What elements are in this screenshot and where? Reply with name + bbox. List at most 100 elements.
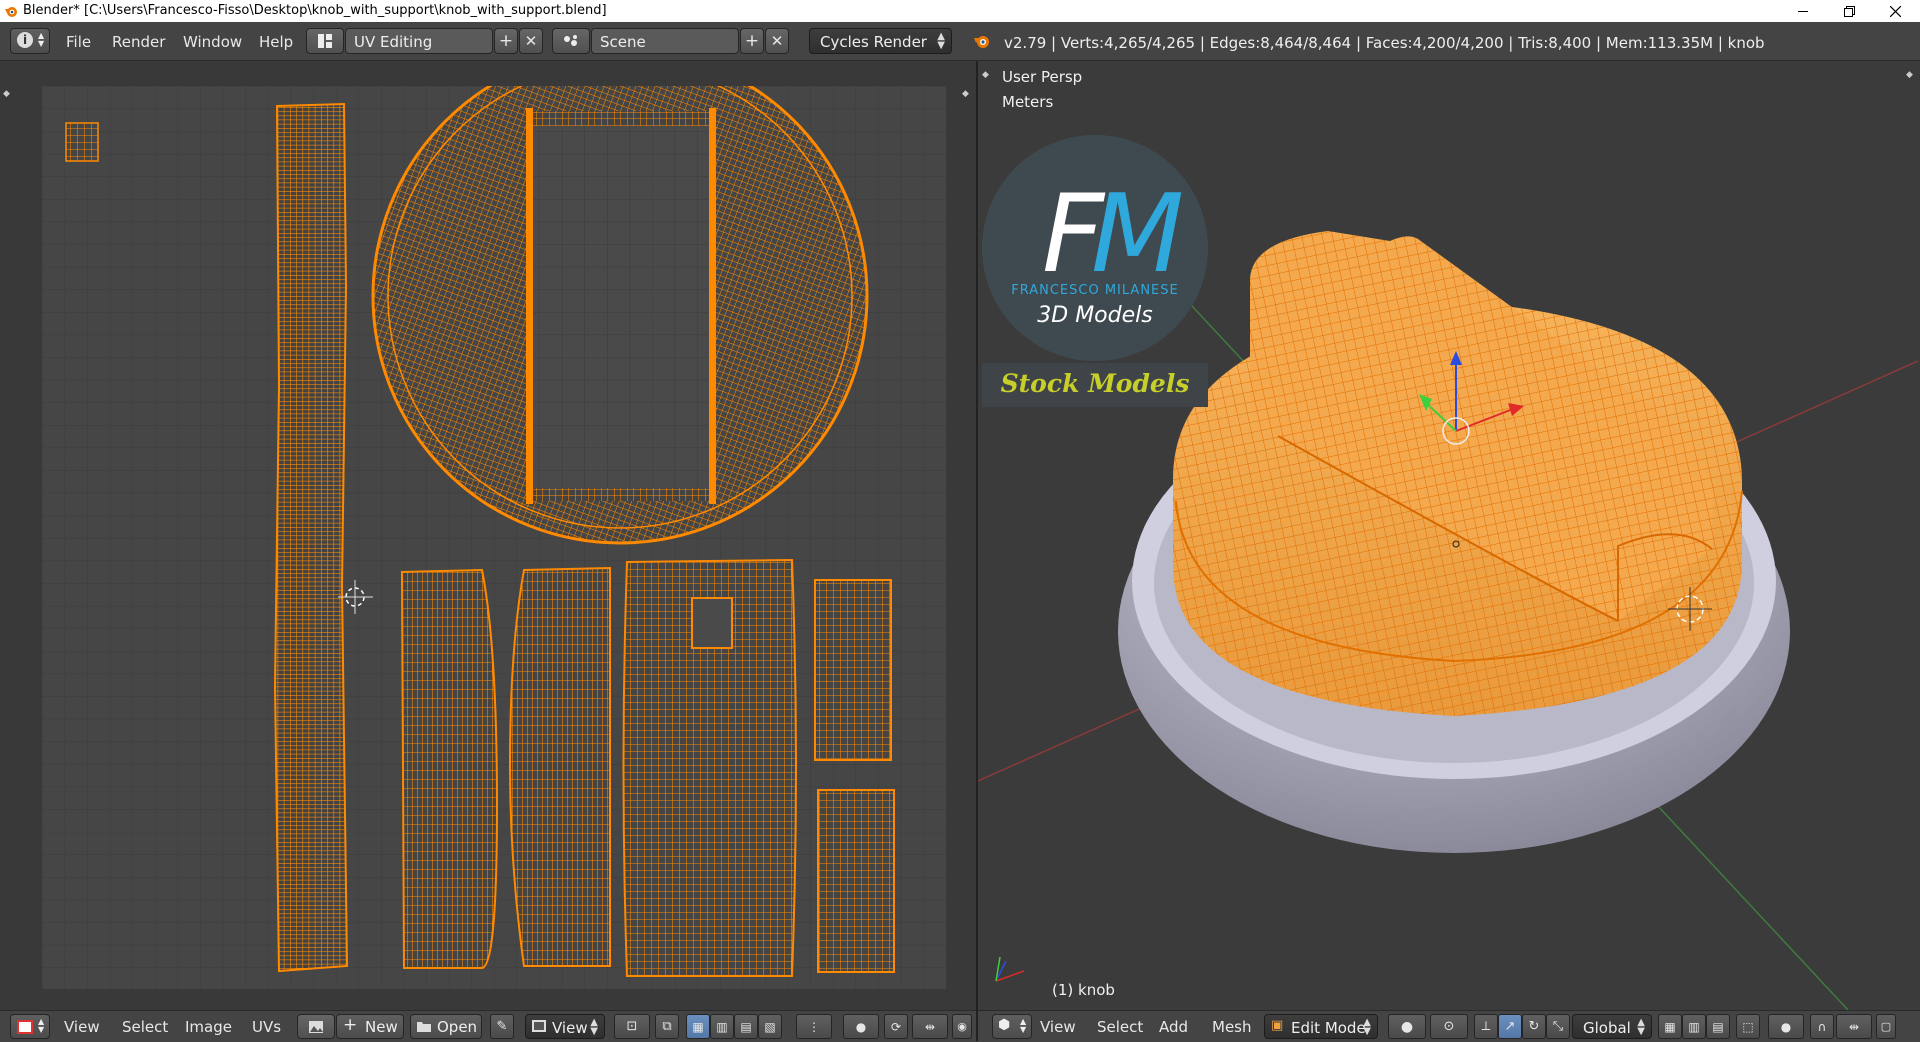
view-axes-icon (995, 956, 1025, 982)
occlude-icon: ⬚ (1742, 1019, 1754, 1034)
select-face-button[interactable]: ▤ (1706, 1014, 1730, 1039)
select-edge-button[interactable]: ▥ (710, 1014, 734, 1039)
edge-select-icon: ▥ (716, 1019, 728, 1034)
scene-name: Scene (600, 33, 646, 51)
screen-layout-field[interactable]: UV Editing (345, 28, 493, 54)
remove-scene-button[interactable]: ✕ (765, 28, 789, 54)
uv-menu-image[interactable]: Image (185, 1018, 232, 1036)
uv-overlay-button[interactable]: ◉ (952, 1014, 972, 1039)
uv-island-side-strip[interactable] (273, 102, 349, 973)
editor-type-button[interactable]: ⬢ ▲ ▼ (992, 1014, 1032, 1039)
sticky-select-button[interactable]: ⧉ (655, 1014, 679, 1039)
image-editor-icon (17, 1020, 33, 1034)
viewport-shading-button[interactable]: ● (1388, 1014, 1426, 1039)
orientation-dropdown[interactable]: Global ▲ ▼ (1572, 1014, 1652, 1039)
pivot-icon: ⊙ (1443, 1019, 1455, 1034)
pin-image-button[interactable]: ✎ (490, 1014, 514, 1039)
view-mode-icon (532, 1020, 546, 1032)
stock-models-banner: Stock Models (982, 363, 1208, 407)
remove-screen-button[interactable]: ✕ (519, 28, 543, 54)
screen-layout-selector[interactable] (306, 28, 344, 54)
region-expand-icon[interactable]: ◆ (962, 89, 969, 99)
uv-sync-button[interactable]: ⟳ (884, 1014, 908, 1039)
add-screen-button[interactable]: + (494, 28, 518, 54)
limit-selection-button[interactable]: ⬚ (1736, 1014, 1760, 1039)
snap-target-button[interactable]: ⋮ (796, 1014, 832, 1039)
chevron-updown-icon: ▲ ▼ (1637, 1017, 1645, 1037)
manipulator-translate-button[interactable]: ↗ (1498, 1014, 1522, 1039)
restore-button[interactable] (1826, 0, 1872, 22)
uv-canvas[interactable] (42, 86, 946, 989)
editor-type-button[interactable]: i ▲ ▼ (10, 28, 50, 54)
select-vertex-button[interactable]: ▦ (686, 1014, 710, 1039)
uv-menu-select[interactable]: Select (122, 1018, 168, 1036)
select-vertex-button[interactable]: ▦ (1658, 1014, 1682, 1039)
snap-icon: ⋮ (808, 1019, 820, 1034)
vertex-select-icon: ▦ (1664, 1019, 1676, 1034)
uv-island-small[interactable] (65, 122, 99, 162)
uv-island-end-cap-1[interactable] (814, 579, 892, 761)
francesco-milanese-logo: F M FRANCESCO MILANESE 3D Models (982, 135, 1208, 361)
uv-island-front-panel-1[interactable] (400, 568, 499, 969)
scene-field[interactable]: Scene (591, 28, 739, 54)
snap-toggle-button[interactable]: ∩ (1810, 1014, 1834, 1039)
uv-menu-uvs[interactable]: UVs (252, 1018, 281, 1036)
snap-element-button[interactable]: ⇹ (1836, 1014, 1872, 1039)
proportional-edit-button[interactable]: ● (1768, 1014, 1804, 1039)
menu-render[interactable]: Render (112, 33, 165, 51)
image-browse-button[interactable] (297, 1014, 335, 1039)
manipulator-scale-button[interactable]: ⤡ (1546, 1014, 1570, 1039)
uv-seam-right (709, 108, 716, 504)
screen-layout-name: UV Editing (354, 33, 433, 51)
uv-stretch-button[interactable]: ⇹ (912, 1014, 948, 1039)
uv-island-end-cap-2[interactable] (817, 789, 895, 973)
pivot-point-button[interactable]: ⊙ (1430, 1014, 1468, 1039)
uv-island-front-panel-2[interactable] (508, 566, 611, 967)
manipulator-rotate-button[interactable]: ↻ (1522, 1014, 1546, 1039)
new-image-button[interactable]: + New (336, 1014, 404, 1039)
uv-editor-header: ▲ ▼ View Select Image UVs + New Open ✎ Vi… (0, 1010, 976, 1042)
scene-stats: v2.79 | Verts:4,265/4,265 | Edges:8,464/… (1004, 34, 1765, 52)
render-preview-button[interactable]: ▢ (1876, 1014, 1896, 1039)
plus-icon: + (744, 30, 760, 51)
open-image-button[interactable]: Open (410, 1014, 482, 1039)
scene-selector[interactable] (552, 28, 590, 54)
region-expand-icon[interactable]: ◆ (3, 89, 10, 99)
mode-dropdown[interactable]: ▣ Edit Mode ▲ ▼ (1264, 1014, 1378, 1039)
proportional-edit-button[interactable]: ● (843, 1014, 879, 1039)
select-edge-button[interactable]: ▥ (1682, 1014, 1706, 1039)
add-scene-button[interactable]: + (740, 28, 764, 54)
pivot-point-button[interactable]: ⊡ (614, 1014, 650, 1039)
manipulator-toggle-button[interactable]: ⟂ (1474, 1014, 1498, 1039)
stock-models-label: Stock Models (1000, 369, 1190, 398)
3d-menu-mesh[interactable]: Mesh (1212, 1018, 1252, 1036)
uv-image-editor[interactable]: ◆ ◆ (0, 61, 976, 1010)
plus-icon: + (343, 1015, 358, 1035)
select-island-button[interactable]: ▧ (758, 1014, 782, 1039)
menu-window[interactable]: Window (183, 33, 242, 51)
close-button[interactable] (1872, 0, 1918, 22)
solid-shading-icon: ● (1400, 1018, 1414, 1035)
render-engine-label: Cycles Render (820, 33, 927, 51)
pin-icon: ✎ (496, 1019, 508, 1034)
3d-menu-add[interactable]: Add (1159, 1018, 1188, 1036)
uv-grid (533, 126, 709, 488)
minimize-button[interactable] (1780, 0, 1826, 22)
blender-version-icon (974, 36, 989, 48)
sticky-select-icon: ⧉ (662, 1019, 672, 1034)
menu-file[interactable]: File (66, 33, 91, 51)
view-mode-dropdown[interactable]: View ▲ ▼ (525, 1014, 605, 1039)
editor-type-button[interactable]: ▲ ▼ (10, 1014, 50, 1039)
scale-icon: ⤡ (1552, 1019, 1564, 1034)
rotate-icon: ↻ (1528, 1019, 1540, 1034)
3d-viewport[interactable]: ◆ ◆ User Persp Meters F M FRANCESCO MILA… (978, 61, 1920, 1010)
3d-menu-select[interactable]: Select (1097, 1018, 1143, 1036)
window-titlebar: Blender* [C:\Users\Francesco-Fisso\Deskt… (0, 0, 1920, 22)
render-engine-dropdown[interactable]: Cycles Render ▲ ▼ (809, 28, 952, 54)
menu-help[interactable]: Help (259, 33, 293, 51)
uv-menu-view[interactable]: View (64, 1018, 100, 1036)
select-face-button[interactable]: ▤ (734, 1014, 758, 1039)
active-object-label: (1) knob (1052, 981, 1115, 999)
3d-menu-view[interactable]: View (1040, 1018, 1076, 1036)
proportional-edit-icon: ● (855, 1019, 867, 1034)
